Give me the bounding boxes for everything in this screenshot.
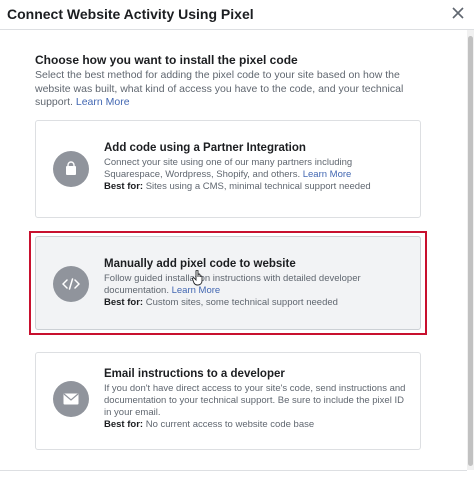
intro-description: Select the best method for adding the pi…	[35, 69, 430, 110]
intro-learn-more-link[interactable]: Learn More	[76, 96, 130, 108]
option-card-body: Add code using a Partner Integration Con…	[104, 141, 410, 193]
option-description: Follow guided installation instructions …	[104, 273, 410, 297]
best-for-text: No current access to website code base	[145, 419, 315, 430]
best-for-text: Sites using a CMS, minimal technical sup…	[145, 181, 371, 192]
option-description-text: Follow guided installation instructions …	[104, 273, 361, 296]
option-card-body: Manually add pixel code to website Follo…	[104, 257, 410, 309]
option-learn-more-link[interactable]: Learn More	[303, 169, 352, 180]
close-icon[interactable]	[450, 5, 466, 21]
best-for-label: Best for:	[104, 419, 144, 430]
option-learn-more-link[interactable]: Learn More	[172, 285, 221, 296]
option-title: Manually add pixel code to website	[104, 258, 296, 270]
best-for-label: Best for:	[104, 181, 144, 192]
hand-cursor-icon	[192, 270, 203, 286]
dialog-footer-divider	[0, 470, 467, 471]
option-card-manual-install[interactable]: Manually add pixel code to website Follo…	[35, 236, 421, 330]
envelope-icon	[53, 381, 89, 417]
option-best-for: Best for: No current access to website c…	[104, 419, 410, 431]
code-icon	[53, 266, 89, 302]
option-title: Add code using a Partner Integration	[104, 142, 306, 154]
option-card-partner-integration[interactable]: Add code using a Partner Integration Con…	[35, 120, 421, 218]
best-for-text: Custom sites, some technical support nee…	[145, 297, 338, 308]
dialog-header: Connect Website Activity Using Pixel	[0, 0, 474, 30]
option-card-email-developer[interactable]: Email instructions to a developer If you…	[35, 352, 421, 450]
option-card-body: Email instructions to a developer If you…	[104, 367, 410, 431]
intro-heading: Choose how you want to install the pixel…	[35, 53, 298, 67]
option-best-for: Best for: Custom sites, some technical s…	[104, 297, 410, 309]
shopping-bag-icon	[53, 151, 89, 187]
intro-section: Choose how you want to install the pixel…	[35, 53, 430, 110]
scrollbar-thumb[interactable]	[468, 36, 473, 466]
option-description: Connect your site using one of our many …	[104, 157, 410, 181]
best-for-label: Best for:	[104, 297, 144, 308]
dialog-title: Connect Website Activity Using Pixel	[7, 6, 254, 22]
option-best-for: Best for: Sites using a CMS, minimal tec…	[104, 181, 410, 193]
option-description: If you don't have direct access to your …	[104, 383, 410, 419]
option-title: Email instructions to a developer	[104, 368, 285, 380]
option-description-text: If you don't have direct access to your …	[104, 383, 406, 418]
